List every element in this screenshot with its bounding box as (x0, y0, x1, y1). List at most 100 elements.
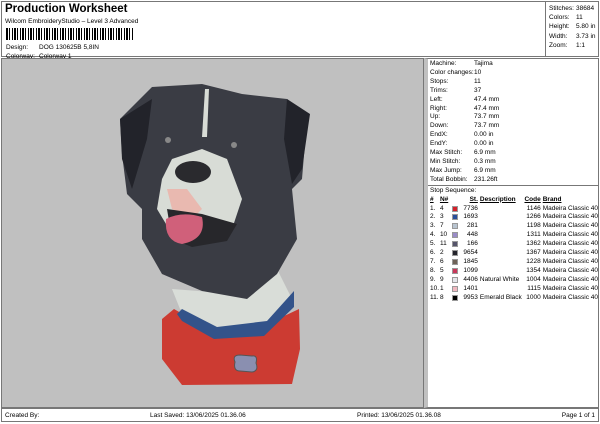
summary-label: Width: (549, 32, 568, 40)
stitch-count: 281 (467, 222, 478, 230)
stitch-cell: 166 (451, 240, 478, 249)
stop-number: 9. (430, 275, 436, 283)
col-brand: Brand (542, 195, 562, 203)
property-row: Max Stitch: 6.9 mm (430, 149, 598, 158)
stitch-cell: 448 (451, 231, 478, 240)
thread-description (478, 267, 523, 276)
property-row: Machine: Tajima (430, 60, 598, 69)
color-swatch (451, 214, 458, 221)
thread-brand: Madeira Classic 40 (542, 222, 598, 230)
design-preview (1, 58, 424, 408)
table-row: 9. 9 4406 Natural White 1004 Madeira Classic … (430, 276, 598, 285)
property-value: 73.7 mm (474, 122, 500, 130)
property-row: Up: 73.7 mm (430, 113, 598, 122)
summary-row: Colors: 11 (549, 13, 598, 22)
property-value: 10 (474, 68, 482, 76)
stitch-count: 1099 (463, 266, 478, 274)
created-by: Created By: (5, 412, 40, 419)
col-code: Code (524, 195, 541, 203)
thread-description: Natural White (479, 275, 520, 283)
property-row: EndY: 0.00 in (430, 140, 598, 149)
thread-description (478, 231, 523, 240)
thread-code: 1000 (526, 293, 541, 301)
property-value: 6.9 mm (474, 166, 496, 174)
needle-number: 10 (439, 231, 448, 239)
page-title: Production Worksheet (5, 3, 128, 15)
thread-brand: Madeira Classic 40 (542, 284, 598, 292)
property-value: 47.4 mm (474, 95, 500, 103)
property-value: 6.9 mm (474, 149, 496, 157)
eye-right (231, 142, 237, 148)
table-row: 8. 5 1099 1354 Madeira Classic 40 (430, 267, 598, 276)
property-value: 47.4 mm (474, 104, 500, 112)
property-label: Trims: (430, 86, 448, 94)
thread-code: 1367 (526, 249, 541, 257)
worksheet-header: Production Worksheet Wilcom EmbroiderySt… (1, 1, 546, 60)
stitch-count: 1401 (463, 284, 478, 292)
stitch-count: 9654 (463, 249, 478, 257)
stop-number: 11. (430, 293, 439, 301)
last-saved: Last Saved: 13/06/2025 01.36.06 (150, 412, 246, 419)
stitch-count: 448 (467, 231, 478, 239)
page-number: Page 1 of 1 (561, 412, 595, 419)
id-tag (233, 354, 258, 373)
design-row: Design: DOG 130625B 5,8IN (6, 44, 99, 51)
property-label: Stops: (430, 77, 449, 85)
stitch-cell: 1693 (451, 213, 478, 222)
thread-code: 1354 (526, 266, 541, 274)
table-row: 3. 7 281 1198 Madeira Classic 40 (430, 222, 598, 231)
summary-value: 11 (576, 14, 583, 22)
property-label: Left: (430, 95, 443, 103)
summary-row: Stitches: 38684 (549, 4, 598, 13)
property-value: Tajima (474, 60, 493, 67)
property-label: EndX: (430, 131, 448, 139)
color-swatch (451, 250, 458, 257)
table-row: 2. 3 1693 1266 Madeira Classic 40 (430, 213, 598, 222)
needle-number: 11 (439, 240, 447, 248)
stitch-count: 1845 (463, 257, 478, 265)
thread-brand: Madeira Classic 40 (542, 213, 598, 221)
stitch-count: 1693 (463, 213, 478, 221)
property-label: Total Bobbin: (430, 175, 468, 183)
property-row: Max Jump: 6.9 mm (430, 167, 598, 176)
thread-brand: Madeira Classic 40 (542, 204, 598, 212)
needle-number: 9 (439, 275, 444, 283)
thread-brand: Madeira Classic 40 (542, 249, 598, 257)
stop-sequence-title: Stop Sequence: (430, 186, 477, 194)
property-row: Min Stitch: 0.3 mm (430, 158, 598, 167)
stitch-cell: 9953 (451, 294, 478, 303)
property-label: Max Jump: (430, 166, 462, 174)
property-row: Color changes:10 (430, 69, 598, 78)
thread-brand: Madeira Classic 40 (542, 266, 598, 274)
summary-label: Zoom: (549, 41, 568, 49)
thread-description (478, 222, 523, 231)
stitch-cell: 9654 (451, 249, 478, 258)
thread-description (478, 258, 523, 267)
property-label: EndY: (430, 140, 448, 148)
stop-number: 6. (430, 249, 436, 257)
dog-embroidery-image (120, 84, 310, 385)
property-value: 231.26ft (474, 175, 498, 183)
thread-code: 1004 (526, 275, 541, 283)
stitch-cell: 1099 (451, 266, 478, 276)
table-row: 10. 1 1401 1115 Madeira Classic 40 (430, 285, 598, 294)
needle-number: 8 (439, 293, 444, 301)
stop-number: 8. (430, 266, 436, 274)
thread-description (478, 205, 523, 214)
stop-number: 7. (430, 257, 436, 265)
property-row: Left: 47.4 mm (430, 96, 598, 105)
thread-code: 1146 (526, 204, 541, 212)
color-swatch (451, 241, 458, 248)
property-row: Down: 73.7 mm (430, 122, 598, 131)
thread-code: 1266 (526, 213, 541, 221)
design-value: DOG 130625B 5,8IN (39, 44, 99, 51)
property-row: Total Bobbin: 231.26ft (430, 176, 598, 185)
footer: Created By: Last Saved: 13/06/2025 01.36… (1, 408, 599, 422)
property-label: Right: (430, 104, 447, 112)
table-row: 5. 11 166 1362 Madeira Classic 40 (430, 240, 598, 249)
machine-properties: Machine: Tajima Color changes:10 Stops: 11 Tr… (428, 59, 598, 185)
thread-description (478, 213, 523, 222)
property-value: 37 (474, 86, 482, 94)
summary-value: 3.73 in (576, 32, 596, 40)
summary-row: Height: 5.80 in (549, 22, 598, 31)
